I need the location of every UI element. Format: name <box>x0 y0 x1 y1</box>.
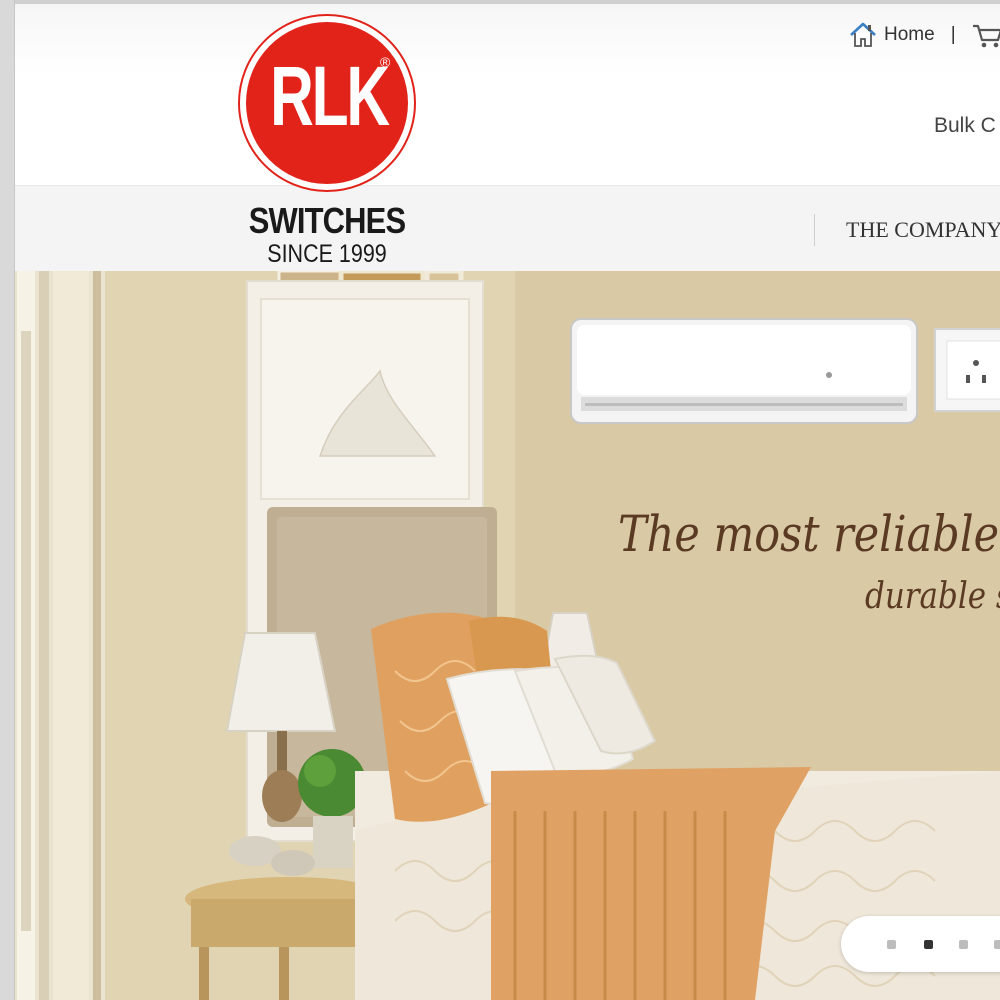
hero-tagline-line-2: durable s <box>865 576 1000 617</box>
nav-divider <box>814 214 815 246</box>
browser-viewport: RLK ® SWITCHES SINCE 1999 Home | Bulk C … <box>0 0 1000 1000</box>
slider-dot-2-active[interactable] <box>924 940 933 949</box>
logo-brand-name: SWITCHES <box>248 200 406 241</box>
link-separator: | <box>950 24 956 45</box>
home-icon <box>848 21 878 49</box>
rlk-logo[interactable]: RLK ® SWITCHES SINCE 1999 <box>234 14 420 268</box>
logo-circle: RLK ® <box>238 14 416 192</box>
logo-mark: RLK <box>270 49 390 143</box>
cart-icon[interactable] <box>972 21 1000 49</box>
slider-dot-4[interactable] <box>994 940 1000 949</box>
bedroom-scene-image <box>15 271 1000 1000</box>
slider-dot-3[interactable] <box>959 940 968 949</box>
bulk-order-link[interactable]: Bulk C <box>934 114 996 138</box>
registered-mark: ® <box>380 54 391 70</box>
top-links: Home | <box>848 18 1000 52</box>
slider-dot-1[interactable] <box>887 940 896 949</box>
home-link[interactable]: Home <box>848 21 935 49</box>
home-link-label: Home <box>884 24 935 45</box>
hero-banner[interactable]: The most reliable & durable s <box>15 271 1000 1000</box>
slider-pagination <box>841 916 1000 972</box>
nav-item-the-company[interactable]: THE COMPANY <box>846 217 1000 243</box>
logo-since: SINCE 1999 <box>267 240 387 268</box>
left-window-gutter <box>0 0 15 1000</box>
hero-tagline-line-1: The most reliable & <box>618 505 1000 563</box>
